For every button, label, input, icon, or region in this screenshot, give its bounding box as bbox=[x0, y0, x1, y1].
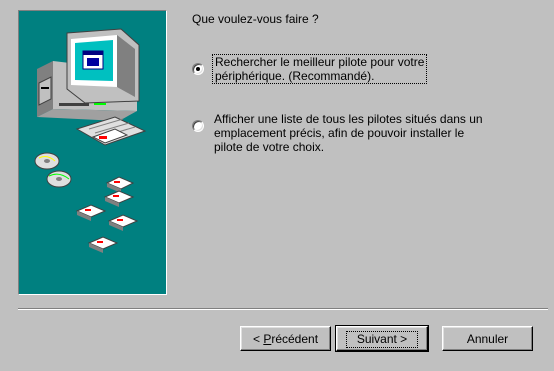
back-button-label: récédent bbox=[271, 331, 319, 346]
question-label: Que voulez-vous faire ? bbox=[192, 12, 319, 26]
cancel-button[interactable]: Annuler bbox=[442, 326, 533, 351]
cd-icon bbox=[34, 152, 72, 188]
back-button[interactable]: < Précédent bbox=[240, 326, 331, 351]
back-button-prefix: < bbox=[252, 331, 264, 346]
next-button-label: Suivant > bbox=[345, 330, 419, 348]
option-list-drivers[interactable]: Afficher une liste de tous les pilotes s… bbox=[192, 111, 485, 154]
option-list-label[interactable]: Afficher une liste de tous les pilotes s… bbox=[212, 111, 485, 154]
option-search-best-driver[interactable]: Rechercher le meilleur pilote pour votre… bbox=[192, 54, 428, 84]
separator bbox=[18, 308, 548, 310]
option-search-label[interactable]: Rechercher le meilleur pilote pour votre… bbox=[212, 54, 428, 84]
next-button[interactable]: Suivant > bbox=[335, 325, 429, 352]
wizard-illustration bbox=[18, 10, 167, 295]
computer-icon bbox=[34, 28, 147, 253]
floppy-disk-icon bbox=[75, 176, 139, 253]
update-driver-wizard: Que voulez-vous faire ? Rechercher le me… bbox=[0, 0, 554, 371]
option-list-radio[interactable] bbox=[192, 120, 204, 132]
option-search-radio[interactable] bbox=[192, 63, 204, 75]
